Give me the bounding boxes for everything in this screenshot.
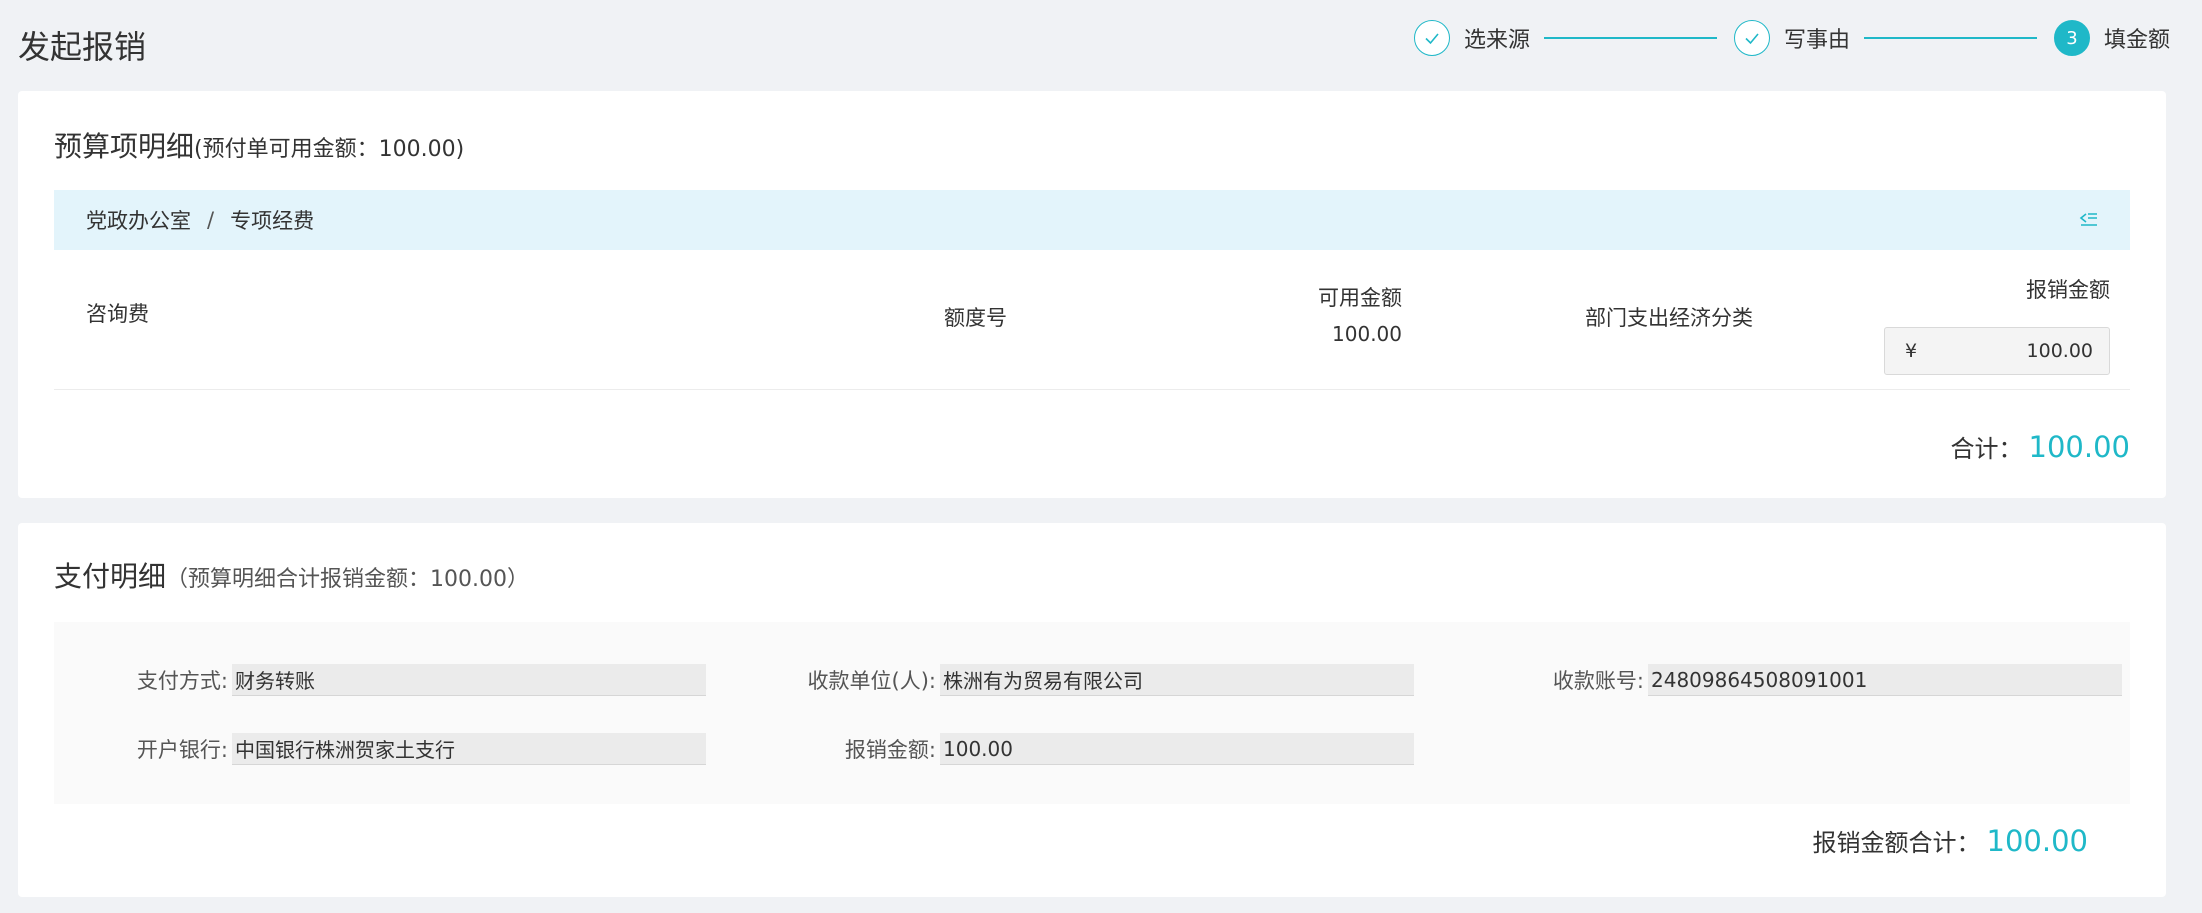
- budget-item-name: 咨询费: [86, 302, 149, 326]
- budget-breadcrumb-bar: 党政办公室 / 专项经费: [54, 190, 2130, 250]
- reimburse-amount-label: 报销金额: [2026, 278, 2110, 302]
- budget-subtitle: (预付单可用金额：100.00): [194, 137, 465, 162]
- budget-section-title: 预算项明细(预付单可用金额：100.00): [54, 125, 464, 165]
- budget-item-row: 咨询费 额度号 可用金额 100.00 部门支出经济分类 报销金额 ¥ 100.…: [54, 250, 2130, 390]
- payment-method-field: 支付方式: 财务转账: [54, 664, 706, 696]
- available-amount-value: 100.00: [1332, 322, 1402, 346]
- reimburse-amount-field-value[interactable]: 100.00: [940, 733, 1414, 765]
- economic-category-label: 部门支出经济分类: [1585, 306, 1753, 330]
- step-write-reason[interactable]: 写事由: [1734, 18, 1850, 58]
- quota-number-label: 额度号: [944, 306, 1007, 330]
- payment-method-label: 支付方式:: [136, 669, 228, 693]
- budget-total-value: 100.00: [2028, 430, 2130, 464]
- step-number-badge: 3: [2054, 20, 2090, 56]
- payee-value[interactable]: 株洲有为贸易有限公司: [940, 664, 1414, 696]
- breadcrumb-separator: /: [207, 208, 215, 232]
- check-icon: [1734, 20, 1770, 56]
- account-number-label: 收款账号:: [1552, 669, 1644, 693]
- budget-title: 预算项明细: [54, 130, 195, 163]
- payment-fields-panel: 支付方式: 财务转账 收款单位(人): 株洲有为贸易有限公司 收款账号: 248…: [54, 622, 2130, 804]
- payee-label: 收款单位(人):: [807, 669, 936, 693]
- step-select-source[interactable]: 选来源: [1414, 18, 1530, 58]
- account-number-field: 收款账号: 24809864508091001: [1434, 664, 2122, 696]
- step-fill-amount[interactable]: 3 填金额: [2054, 18, 2170, 58]
- bank-value[interactable]: 中国银行株洲贺家土支行: [232, 733, 706, 765]
- budget-total-label: 合计：: [1950, 435, 2023, 463]
- payment-total-value: 100.00: [1986, 824, 2088, 858]
- breadcrumb-item-fund: 专项经费: [230, 209, 315, 233]
- budget-detail-card: 预算项明细(预付单可用金额：100.00) 党政办公室 / 专项经费 咨询费 额…: [18, 91, 2166, 498]
- payee-field: 收款单位(人): 株洲有为贸易有限公司: [734, 664, 1414, 696]
- step-indicator: 选来源 写事由 3 填金额: [1414, 18, 2174, 58]
- step-connector: [1864, 37, 2037, 39]
- check-icon: [1414, 20, 1450, 56]
- budget-total: 合计： 100.00: [1951, 429, 2130, 464]
- reimburse-amount-field: 报销金额: 100.00: [734, 733, 1414, 765]
- step-label: 填金额: [2104, 28, 2171, 53]
- breadcrumb: 党政办公室 / 专项经费: [86, 190, 314, 250]
- step-label: 选来源: [1464, 28, 1531, 53]
- payment-subtitle: （预算明细合计报销金额：100.00）: [166, 567, 529, 592]
- payment-section-title: 支付明细（预算明细合计报销金额：100.00）: [54, 555, 529, 595]
- yen-symbol: ¥: [1905, 340, 1918, 362]
- breadcrumb-item-department: 党政办公室: [86, 209, 191, 233]
- payment-method-value[interactable]: 财务转账: [232, 664, 706, 696]
- bank-label: 开户银行:: [136, 738, 228, 762]
- page-title: 发起报销: [18, 28, 147, 66]
- payment-title: 支付明细: [54, 560, 167, 593]
- reimburse-amount-value: 100.00: [2026, 340, 2093, 362]
- reimburse-amount-field-label: 报销金额:: [844, 738, 936, 762]
- step-label: 写事由: [1784, 28, 1851, 53]
- collapse-list-icon[interactable]: [2078, 209, 2100, 231]
- payment-total-label: 报销金额合计：: [1812, 829, 1981, 857]
- step-connector: [1544, 37, 1717, 39]
- available-amount-label: 可用金额: [1318, 286, 1402, 310]
- payment-total: 报销金额合计： 100.00: [1813, 823, 2088, 858]
- page-root: 发起报销 选来源 写事由 3 填金额 预算项明细(预付单可用金额：100.00): [0, 0, 2202, 913]
- payment-detail-card: 支付明细（预算明细合计报销金额：100.00） 支付方式: 财务转账 收款单位(…: [18, 523, 2166, 897]
- reimburse-amount-input[interactable]: ¥ 100.00: [1884, 327, 2110, 375]
- account-number-value[interactable]: 24809864508091001: [1648, 664, 2122, 696]
- bank-field: 开户银行: 中国银行株洲贺家土支行: [54, 733, 706, 765]
